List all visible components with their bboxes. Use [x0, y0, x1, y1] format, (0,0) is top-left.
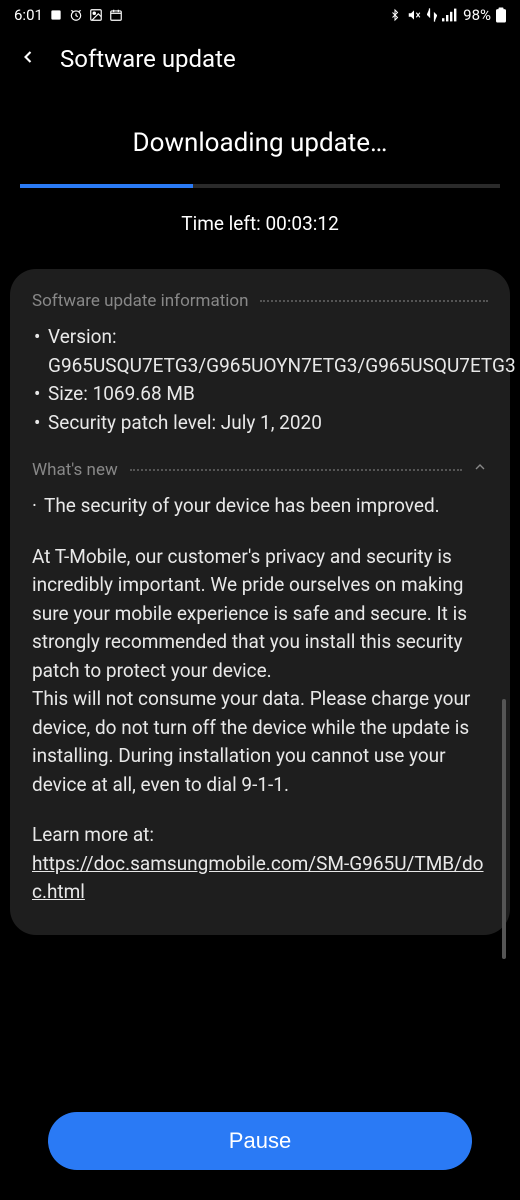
- pause-button[interactable]: Pause: [48, 1112, 472, 1170]
- info-size: Size: 1069.68 MB: [32, 380, 488, 409]
- bottom-action-bar: Pause: [0, 1100, 520, 1200]
- signal-icon: [442, 8, 458, 22]
- alarm-icon: [69, 8, 83, 22]
- image-icon: [89, 8, 103, 22]
- update-info-card: Software update information Version: G96…: [10, 269, 510, 935]
- back-button[interactable]: [18, 44, 38, 74]
- whats-new-title: What's new: [32, 460, 118, 480]
- notification-icon: [49, 8, 63, 22]
- status-bar-right: 98%: [389, 6, 506, 24]
- mute-icon: [406, 8, 422, 22]
- whats-new-item: The security of your device has been imp…: [32, 492, 488, 521]
- status-time: 6:01: [14, 6, 43, 24]
- info-version: Version: G965USQU7ETG3/G965UOYN7ETG3/G96…: [32, 323, 488, 380]
- info-section-header: Software update information: [32, 291, 488, 311]
- whats-new-header[interactable]: What's new: [32, 459, 488, 480]
- scroll-indicator[interactable]: [502, 699, 506, 959]
- status-bar: 6:01 98%: [0, 0, 520, 30]
- progress-bar: [20, 184, 500, 188]
- whats-new-body: The security of your device has been imp…: [32, 492, 488, 907]
- network-data-icon: [427, 8, 437, 22]
- info-section-title: Software update information: [32, 291, 248, 311]
- battery-icon: [496, 7, 506, 23]
- time-left-label: Time left: 00:03:12: [20, 212, 500, 235]
- chevron-up-icon: [472, 459, 488, 480]
- learn-more-section: Learn more at: https://doc.samsungmobile…: [32, 821, 488, 907]
- calendar-icon: [109, 8, 123, 22]
- app-header: Software update: [0, 30, 520, 88]
- info-list: Version: G965USQU7ETG3/G965UOYN7ETG3/G96…: [32, 323, 488, 437]
- whats-new-paragraph: At T-Mobile, our customer's privacy and …: [32, 543, 488, 800]
- page-title: Software update: [60, 45, 236, 73]
- learn-more-link[interactable]: https://doc.samsungmobile.com/SM-G965U/T…: [32, 852, 484, 904]
- download-status-title: Downloading update…: [20, 128, 500, 158]
- download-section: Downloading update… Time left: 00:03:12: [0, 88, 520, 253]
- learn-more-label: Learn more at:: [32, 823, 154, 846]
- battery-percent: 98%: [463, 6, 491, 24]
- info-security-patch: Security patch level: July 1, 2020: [32, 409, 488, 438]
- bluetooth-icon: [389, 7, 401, 23]
- progress-bar-fill: [20, 184, 193, 188]
- status-bar-left: 6:01: [14, 6, 123, 24]
